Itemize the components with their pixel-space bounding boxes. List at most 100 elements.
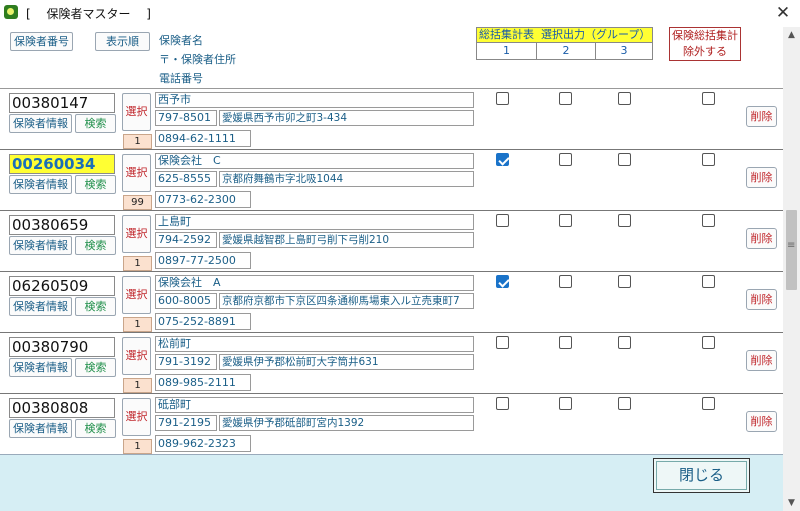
search-button[interactable]: 検索 — [75, 236, 116, 255]
display-order-field[interactable]: 1 — [123, 439, 152, 454]
postal-code-field[interactable]: 625-8555 — [155, 171, 217, 187]
display-order-field[interactable]: 1 — [123, 317, 152, 332]
group-2-checkbox[interactable] — [559, 275, 572, 288]
group-2-header: 2 — [536, 43, 596, 60]
group-3-checkbox[interactable] — [618, 214, 631, 227]
search-button[interactable]: 検索 — [75, 358, 116, 377]
insurer-name-field[interactable]: 上島町 — [155, 214, 474, 230]
delete-button[interactable]: 削除 — [746, 228, 777, 249]
display-order-field[interactable]: 1 — [123, 256, 152, 271]
exclude-checkbox[interactable] — [702, 397, 715, 410]
group-output-header: 総括集計表 選択出力（グループ） — [476, 27, 653, 43]
address-field[interactable]: 京都府京都市下京区四条通柳馬場東入ル立売東町7 — [219, 293, 474, 309]
group-2-checkbox[interactable] — [559, 214, 572, 227]
insurer-list: 00380147 保険者情報 検索 選択 1 西予市 797-8501 愛媛県西予市卯之町3-… — [0, 88, 783, 454]
group-1-checkbox[interactable] — [496, 153, 509, 166]
scrollbar-thumb[interactable] — [786, 210, 797, 290]
select-button[interactable]: 選択 — [122, 215, 151, 253]
select-button[interactable]: 選択 — [122, 93, 151, 131]
exclude-checkbox[interactable] — [702, 275, 715, 288]
sort-display-order-button[interactable]: 表示順 — [95, 32, 150, 51]
group-1-header: 1 — [476, 43, 537, 60]
insurer-info-button[interactable]: 保険者情報 — [9, 175, 72, 194]
address-field[interactable]: 愛媛県越智郡上島町弓削下弓削210 — [219, 232, 474, 248]
phone-field[interactable]: 0897-77-2500 — [155, 252, 251, 269]
phone-field[interactable]: 0773-62-2300 — [155, 191, 251, 208]
insurer-name-field[interactable]: 松前町 — [155, 336, 474, 352]
insurer-number-field[interactable]: 00260034 — [9, 154, 115, 174]
delete-button[interactable]: 削除 — [746, 106, 777, 127]
delete-button[interactable]: 削除 — [746, 289, 777, 310]
display-order-field[interactable]: 99 — [123, 195, 152, 210]
display-order-field[interactable]: 1 — [123, 378, 152, 393]
insurer-name-field[interactable]: 西予市 — [155, 92, 474, 108]
group-3-checkbox[interactable] — [618, 153, 631, 166]
vertical-scrollbar[interactable]: ▲ ▼ — [783, 27, 800, 511]
group-3-checkbox[interactable] — [618, 275, 631, 288]
scroll-down-arrow-icon[interactable]: ▼ — [783, 495, 800, 511]
group-1-checkbox[interactable] — [496, 397, 509, 410]
exclude-checkbox[interactable] — [702, 92, 715, 105]
insurer-info-button[interactable]: 保険者情報 — [9, 114, 72, 133]
group-3-checkbox[interactable] — [618, 92, 631, 105]
insurer-number-field[interactable]: 00380659 — [9, 215, 115, 235]
insurer-name-field[interactable]: 保険会社 C — [155, 153, 474, 169]
group-2-checkbox[interactable] — [559, 153, 572, 166]
address-field[interactable]: 愛媛県伊予郡砥部町宮内1392 — [219, 415, 474, 431]
address-field[interactable]: 愛媛県伊予郡松前町大字筒井631 — [219, 354, 474, 370]
group-3-checkbox[interactable] — [618, 336, 631, 349]
exclude-from-summary-header[interactable]: 保険総括集計 除外する — [669, 27, 741, 61]
group-header-prefix: 総括集計表 — [479, 28, 534, 41]
search-button[interactable]: 検索 — [75, 175, 116, 194]
phone-field[interactable]: 089-985-2111 — [155, 374, 251, 391]
close-icon[interactable]: ✕ — [772, 2, 794, 24]
delete-button[interactable]: 削除 — [746, 411, 777, 432]
group-2-checkbox[interactable] — [559, 397, 572, 410]
insurer-number-field[interactable]: 00380147 — [9, 93, 115, 113]
insurer-name-field[interactable]: 砥部町 — [155, 397, 474, 413]
insurer-info-button[interactable]: 保険者情報 — [9, 419, 72, 438]
delete-button[interactable]: 削除 — [746, 350, 777, 371]
group-2-checkbox[interactable] — [559, 92, 572, 105]
phone-field[interactable]: 089-962-2323 — [155, 435, 251, 452]
address-field[interactable]: 愛媛県西予市卯之町3-434 — [219, 110, 474, 126]
search-button[interactable]: 検索 — [75, 297, 116, 316]
insurer-info-button[interactable]: 保険者情報 — [9, 358, 72, 377]
postal-code-field[interactable]: 791-3192 — [155, 354, 217, 370]
close-button[interactable]: 閉じる — [653, 458, 750, 493]
column-header-phone: 電話番号 — [159, 72, 203, 85]
group-2-checkbox[interactable] — [559, 336, 572, 349]
insurer-info-button[interactable]: 保険者情報 — [9, 236, 72, 255]
select-button[interactable]: 選択 — [122, 398, 151, 436]
select-button[interactable]: 選択 — [122, 337, 151, 375]
insurer-number-field[interactable]: 00380790 — [9, 337, 115, 357]
search-button[interactable]: 検索 — [75, 419, 116, 438]
display-order-field[interactable]: 1 — [123, 134, 152, 149]
exclude-checkbox[interactable] — [702, 214, 715, 227]
postal-code-field[interactable]: 794-2592 — [155, 232, 217, 248]
scroll-up-arrow-icon[interactable]: ▲ — [783, 27, 800, 43]
delete-button[interactable]: 削除 — [746, 167, 777, 188]
exclude-header-line1: 保険総括集計 — [672, 29, 738, 42]
group-1-checkbox[interactable] — [496, 92, 509, 105]
phone-field[interactable]: 075-252-8891 — [155, 313, 251, 330]
insurer-number-field[interactable]: 00380808 — [9, 398, 115, 418]
address-field[interactable]: 京都府舞鶴市字北吸1044 — [219, 171, 474, 187]
group-1-checkbox[interactable] — [496, 336, 509, 349]
sort-insurer-number-button[interactable]: 保険者番号 — [10, 32, 73, 51]
insurer-name-field[interactable]: 保険会社 A — [155, 275, 474, 291]
group-3-checkbox[interactable] — [618, 397, 631, 410]
exclude-checkbox[interactable] — [702, 336, 715, 349]
group-1-checkbox[interactable] — [496, 275, 509, 288]
select-button[interactable]: 選択 — [122, 154, 151, 192]
postal-code-field[interactable]: 797-8501 — [155, 110, 217, 126]
group-1-checkbox[interactable] — [496, 214, 509, 227]
insurer-number-field[interactable]: 06260509 — [9, 276, 115, 296]
postal-code-field[interactable]: 600-8005 — [155, 293, 217, 309]
insurer-info-button[interactable]: 保険者情報 — [9, 297, 72, 316]
select-button[interactable]: 選択 — [122, 276, 151, 314]
phone-field[interactable]: 0894-62-1111 — [155, 130, 251, 147]
postal-code-field[interactable]: 791-2195 — [155, 415, 217, 431]
search-button[interactable]: 検索 — [75, 114, 116, 133]
exclude-checkbox[interactable] — [702, 153, 715, 166]
